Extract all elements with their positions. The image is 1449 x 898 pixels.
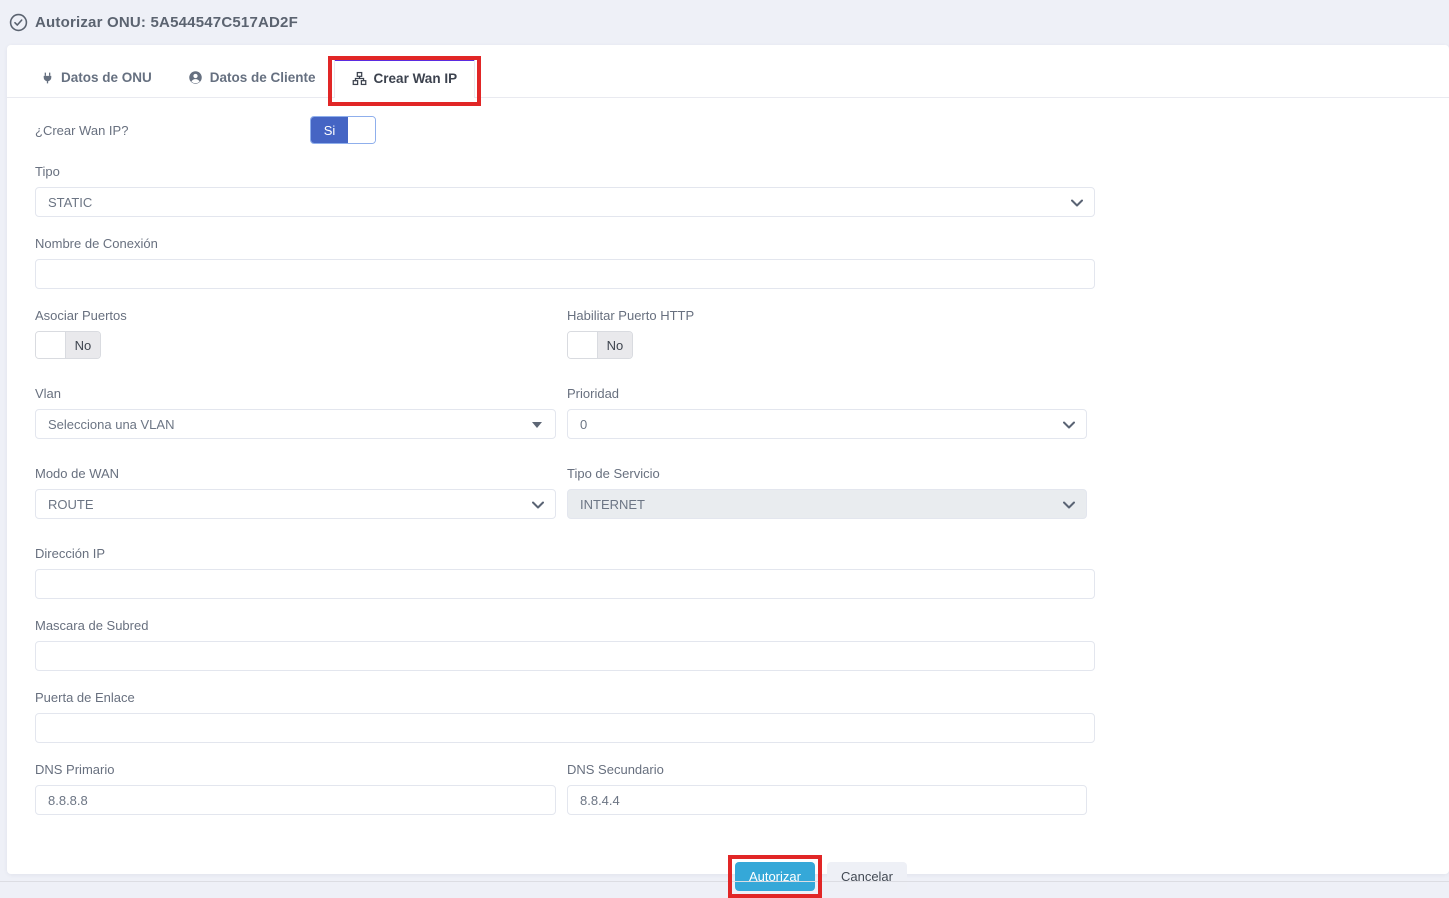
tab-datos-de-onu[interactable]: Datos de ONU	[23, 58, 170, 97]
vlan-select[interactable]: Selecciona una VLAN	[35, 409, 556, 439]
form-actions: Autorizar Cancelar	[35, 862, 1095, 891]
tab-label: Datos de ONU	[61, 70, 152, 85]
tab-crear-wan-ip[interactable]: Crear Wan IP	[334, 58, 476, 98]
dns-secundario-label: DNS Secundario	[567, 762, 1087, 777]
modo-wan-group: Modo de WAN ROUTE	[35, 466, 556, 519]
tipo-servicio-label: Tipo de Servicio	[567, 466, 1087, 481]
footer-divider	[0, 881, 1449, 882]
toggle-on-label: Si	[311, 117, 348, 143]
nombre-conexion-label: Nombre de Conexión	[35, 236, 1095, 251]
plug-icon	[41, 71, 54, 85]
autorizar-button-wrap: Autorizar	[735, 862, 815, 891]
tab-bar: Datos de ONU Datos de Cliente Crear Wan …	[7, 45, 1449, 98]
dropdown-arrow-icon	[532, 422, 542, 428]
dns-primario-label: DNS Primario	[35, 762, 556, 777]
toggle-off-label: No	[598, 332, 632, 358]
dns-secundario-group: DNS Secundario	[567, 762, 1087, 815]
dns-primario-input[interactable]	[35, 785, 556, 815]
autorizar-button[interactable]: Autorizar	[735, 862, 815, 891]
dns-primario-group: DNS Primario	[35, 762, 556, 815]
asociar-puertos-toggle[interactable]: No	[35, 331, 101, 359]
mascara-subred-label: Mascara de Subred	[35, 618, 1095, 633]
authorize-onu-panel: Datos de ONU Datos de Cliente Crear Wan …	[7, 45, 1449, 874]
tipo-servicio-group: Tipo de Servicio INTERNET	[567, 466, 1087, 519]
prioridad-group: Prioridad 0	[567, 386, 1087, 439]
direccion-ip-group: Dirección IP	[35, 546, 1095, 599]
prioridad-select[interactable]: 0	[567, 409, 1087, 439]
direccion-ip-label: Dirección IP	[35, 546, 1095, 561]
toggles-row: Asociar Puertos No Habilitar Puerto HTTP…	[35, 308, 1095, 386]
toggle-off-label: No	[66, 332, 100, 358]
cancelar-button[interactable]: Cancelar	[827, 862, 907, 891]
page-header: Autorizar ONU: 5A544547C517AD2F	[0, 0, 1449, 45]
tipo-servicio-select-value: INTERNET	[580, 497, 645, 512]
asociar-puertos-group: Asociar Puertos No	[35, 308, 556, 359]
modo-servicio-row: Modo de WAN ROUTE Tipo de Servicio INTER…	[35, 466, 1095, 546]
habilitar-http-group: Habilitar Puerto HTTP No	[567, 308, 1087, 359]
tipo-group: Tipo STATIC	[35, 164, 1095, 217]
toggle-knob	[568, 332, 598, 358]
sitemap-icon	[352, 71, 367, 86]
tab-datos-de-cliente[interactable]: Datos de Cliente	[170, 58, 334, 97]
chevron-down-icon	[1063, 501, 1075, 509]
mascara-subred-input[interactable]	[35, 641, 1095, 671]
vlan-group: Vlan Selecciona una VLAN	[35, 386, 556, 439]
check-circle-icon	[9, 13, 28, 32]
habilitar-http-toggle[interactable]: No	[567, 331, 633, 359]
tipo-servicio-select: INTERNET	[567, 489, 1087, 519]
tipo-label: Tipo	[35, 164, 1095, 179]
chevron-down-icon	[1071, 199, 1083, 207]
crear-wan-ip-form: ¿Crear Wan IP? Si Tipo STATIC Nombre de …	[7, 98, 1095, 891]
puerta-enlace-input[interactable]	[35, 713, 1095, 743]
tipo-select[interactable]: STATIC	[35, 187, 1095, 217]
toggle-knob	[348, 117, 375, 143]
asociar-puertos-label: Asociar Puertos	[35, 308, 556, 323]
puerta-enlace-group: Puerta de Enlace	[35, 690, 1095, 743]
mascara-subred-group: Mascara de Subred	[35, 618, 1095, 671]
vlan-prioridad-row: Vlan Selecciona una VLAN Prioridad 0	[35, 386, 1095, 466]
prioridad-label: Prioridad	[567, 386, 1087, 401]
vlan-label: Vlan	[35, 386, 556, 401]
prioridad-select-value: 0	[580, 417, 587, 432]
nombre-conexion-group: Nombre de Conexión	[35, 236, 1095, 289]
puerta-enlace-label: Puerta de Enlace	[35, 690, 1095, 705]
chevron-down-icon	[532, 501, 544, 509]
direccion-ip-input[interactable]	[35, 569, 1095, 599]
modo-wan-select[interactable]: ROUTE	[35, 489, 556, 519]
vlan-placeholder: Selecciona una VLAN	[48, 417, 174, 432]
tipo-select-value: STATIC	[48, 195, 92, 210]
modo-wan-label: Modo de WAN	[35, 466, 556, 481]
habilitar-http-label: Habilitar Puerto HTTP	[567, 308, 1087, 323]
crear-wan-ip-row: ¿Crear Wan IP? Si	[35, 116, 1095, 144]
dns-secundario-input[interactable]	[567, 785, 1087, 815]
page-title: Autorizar ONU: 5A544547C517AD2F	[35, 14, 298, 31]
crear-wan-ip-toggle[interactable]: Si	[310, 116, 376, 144]
user-circle-icon	[188, 70, 203, 85]
modo-wan-select-value: ROUTE	[48, 497, 94, 512]
chevron-down-icon	[1063, 421, 1075, 429]
toggle-knob	[36, 332, 66, 358]
nombre-conexion-input[interactable]	[35, 259, 1095, 289]
tab-label: Datos de Cliente	[210, 70, 316, 85]
tab-label: Crear Wan IP	[374, 71, 458, 86]
crear-wan-ip-label: ¿Crear Wan IP?	[35, 123, 310, 138]
dns-row: DNS Primario DNS Secundario	[35, 762, 1095, 834]
